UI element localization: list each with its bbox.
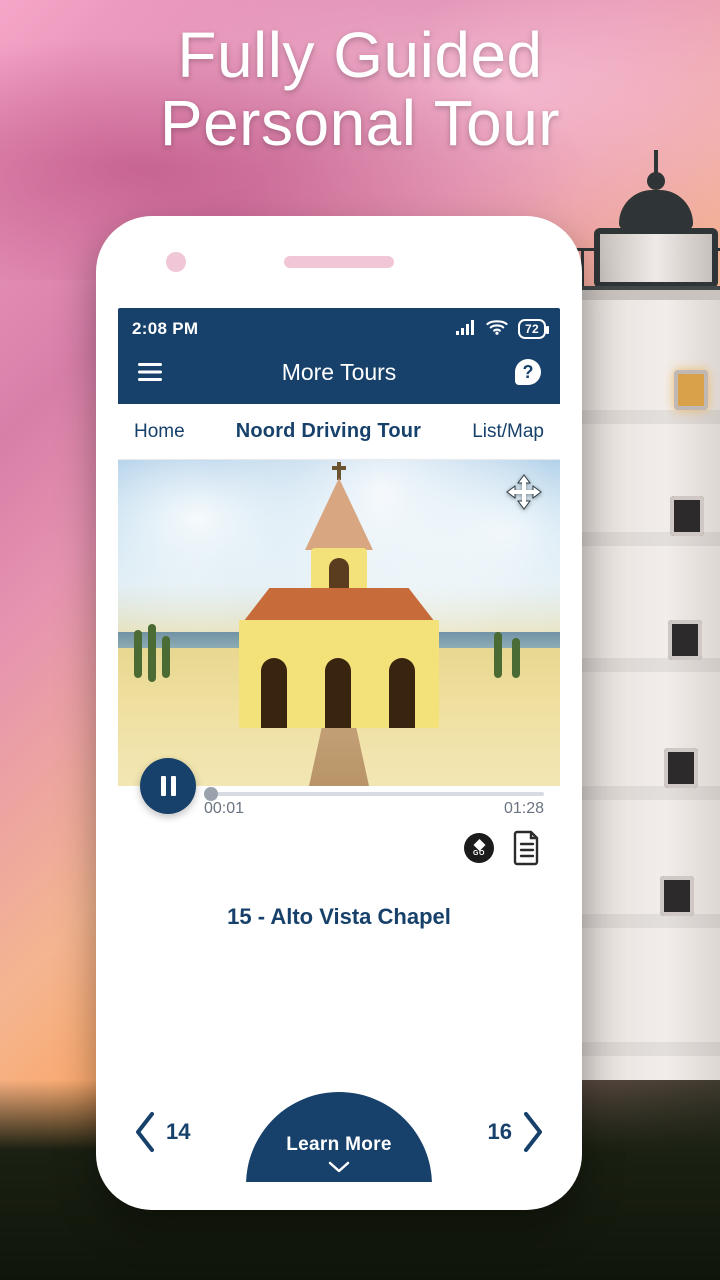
marketing-headline: Fully Guided Personal Tour	[0, 22, 720, 158]
signal-icon	[456, 319, 476, 340]
poi-image[interactable]	[118, 460, 560, 786]
menu-button[interactable]	[132, 363, 168, 381]
phone-frame: 2:08 PM 72 More Tours ?	[96, 216, 582, 1210]
chapel-illustration	[209, 538, 469, 728]
help-button[interactable]: ?	[510, 359, 546, 385]
pause-button[interactable]	[140, 758, 196, 814]
chevron-down-icon	[327, 1160, 351, 1174]
app-screen: 2:08 PM 72 More Tours ?	[118, 308, 560, 1182]
title-bar: More Tours ?	[118, 350, 560, 404]
navigate-label: GO	[473, 850, 485, 857]
list-map-toggle[interactable]: List/Map	[472, 421, 544, 443]
hamburger-icon	[138, 363, 162, 381]
bottom-nav: 14 Learn More 16	[118, 1074, 560, 1182]
phone-front-camera	[166, 252, 186, 272]
headline-line-2: Personal Tour	[0, 90, 720, 158]
learn-more-button[interactable]: Learn More	[246, 1092, 432, 1182]
poi-title: 15 - Alto Vista Chapel	[118, 878, 560, 990]
elapsed-time: 00:01	[204, 800, 244, 818]
headline-line-1: Fully Guided	[0, 22, 720, 90]
phone-earpiece	[284, 256, 394, 268]
battery-indicator: 72	[518, 319, 546, 339]
tour-name: Noord Driving Tour	[185, 420, 473, 443]
next-stop-button[interactable]: 16	[480, 1092, 554, 1182]
previous-stop-button[interactable]: 14	[124, 1092, 198, 1182]
pause-icon	[161, 776, 176, 796]
move-arrows-icon	[506, 474, 542, 510]
screen-title: More Tours	[168, 359, 510, 386]
status-time: 2:08 PM	[132, 319, 198, 339]
progress-knob[interactable]	[204, 787, 218, 801]
pan-handle[interactable]	[506, 474, 542, 510]
chevron-left-icon	[132, 1110, 158, 1154]
home-link[interactable]: Home	[134, 421, 185, 443]
progress-track[interactable]	[204, 792, 544, 796]
wifi-icon	[486, 319, 508, 340]
audio-player: 00:01 01:28 GO	[118, 786, 560, 878]
transcript-button[interactable]	[512, 830, 542, 866]
next-stop-number: 16	[488, 1119, 512, 1145]
learn-more-label: Learn More	[286, 1134, 391, 1156]
chevron-right-icon	[520, 1110, 546, 1154]
battery-pct: 72	[525, 322, 539, 336]
document-icon	[512, 830, 542, 866]
status-bar: 2:08 PM 72	[118, 308, 560, 350]
breadcrumb-row: Home Noord Driving Tour List/Map	[118, 404, 560, 460]
help-icon: ?	[515, 359, 541, 385]
total-time: 01:28	[504, 800, 544, 818]
navigate-button[interactable]: GO	[464, 833, 494, 863]
previous-stop-number: 14	[166, 1119, 190, 1145]
